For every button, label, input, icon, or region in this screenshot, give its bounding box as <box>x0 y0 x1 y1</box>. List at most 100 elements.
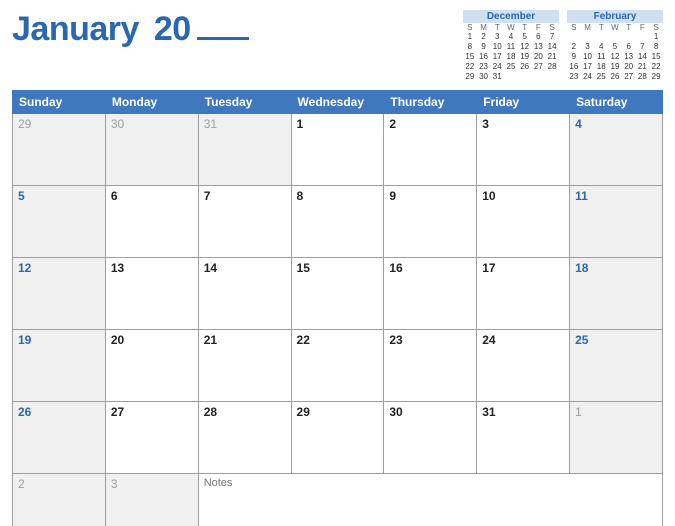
calendar-day: 20 <box>105 330 198 402</box>
mini-day <box>532 72 546 82</box>
calendar-week: 567891011 <box>13 186 663 258</box>
calendar-day: 3 <box>477 114 570 186</box>
mini-day: 1 <box>649 32 663 42</box>
mini-day: 18 <box>594 62 608 72</box>
mini-day: 16 <box>477 52 491 62</box>
calendar-day: 30 <box>105 114 198 186</box>
mini-day: 2 <box>567 42 581 52</box>
mini-day: 13 <box>532 42 546 52</box>
mini-day: 4 <box>504 32 518 42</box>
day-header: Monday <box>105 91 198 114</box>
mini-day <box>567 32 581 42</box>
month-name: January <box>12 10 139 48</box>
mini-day: 17 <box>581 62 595 72</box>
mini-day: 21 <box>636 62 650 72</box>
calendar-week: 2627282930311 <box>13 402 663 474</box>
mini-day-header: T <box>622 23 636 32</box>
calendar-day: 9 <box>384 186 477 258</box>
mini-day: 31 <box>490 72 504 82</box>
mini-day: 14 <box>545 42 559 52</box>
mini-day-header: S <box>567 23 581 32</box>
calendar-day: 2 <box>384 114 477 186</box>
mini-day: 17 <box>490 52 504 62</box>
mini-calendar-title: February <box>567 10 663 23</box>
mini-day: 22 <box>649 62 663 72</box>
mini-day <box>636 32 650 42</box>
mini-day: 27 <box>532 62 546 72</box>
calendar-day: 27 <box>105 402 198 474</box>
calendar-day: 23 <box>384 330 477 402</box>
mini-day: 26 <box>608 72 622 82</box>
day-header: Sunday <box>13 91 106 114</box>
mini-day: 8 <box>463 42 477 52</box>
mini-day: 23 <box>567 72 581 82</box>
mini-day: 15 <box>649 52 663 62</box>
calendar-day: 6 <box>105 186 198 258</box>
mini-calendar-grid: SMTWTFS123456789101112131415161718192021… <box>567 23 663 82</box>
calendar-week: 19202122232425 <box>13 330 663 402</box>
calendar-day: 17 <box>477 258 570 330</box>
calendar-day: 10 <box>477 186 570 258</box>
mini-calendar-next: February SMTWTFS123456789101112131415161… <box>567 10 663 82</box>
mini-day: 11 <box>504 42 518 52</box>
mini-day: 19 <box>608 62 622 72</box>
mini-calendar-title: December <box>463 10 559 23</box>
mini-day-header: F <box>532 23 546 32</box>
calendar-week: 12131415161718 <box>13 258 663 330</box>
mini-day-header: S <box>545 23 559 32</box>
day-header: Friday <box>477 91 570 114</box>
mini-day <box>622 32 636 42</box>
mini-day-header: F <box>636 23 650 32</box>
mini-calendar-grid: SMTWTFS123456789101112131415161718192021… <box>463 23 559 82</box>
calendar-week: 23Notes <box>13 474 663 526</box>
mini-day-header: T <box>518 23 532 32</box>
calendar-day: 22 <box>291 330 384 402</box>
mini-day: 27 <box>622 72 636 82</box>
mini-day-header: M <box>477 23 491 32</box>
mini-calendar-prev: December SMTWTFS123456789101112131415161… <box>463 10 559 82</box>
calendar-day: 14 <box>198 258 291 330</box>
calendar-day: 31 <box>198 114 291 186</box>
mini-day: 25 <box>504 62 518 72</box>
calendar-day: 1 <box>570 402 663 474</box>
mini-day: 24 <box>490 62 504 72</box>
calendar-day: 25 <box>570 330 663 402</box>
mini-day: 20 <box>622 62 636 72</box>
calendar-day: 11 <box>570 186 663 258</box>
calendar-day: 29 <box>291 402 384 474</box>
calendar-day: 24 <box>477 330 570 402</box>
mini-day: 28 <box>636 72 650 82</box>
calendar-day: 7 <box>198 186 291 258</box>
day-header-row: SundayMondayTuesdayWednesdayThursdayFrid… <box>13 91 663 114</box>
mini-day-header: S <box>649 23 663 32</box>
mini-day: 28 <box>545 62 559 72</box>
mini-day <box>581 32 595 42</box>
calendar-day: 13 <box>105 258 198 330</box>
mini-day: 24 <box>581 72 595 82</box>
mini-day: 9 <box>477 42 491 52</box>
mini-day: 6 <box>532 32 546 42</box>
year-blank-line <box>197 37 249 40</box>
mini-day: 11 <box>594 52 608 62</box>
mini-day-header: W <box>504 23 518 32</box>
mini-day: 12 <box>608 52 622 62</box>
mini-day: 25 <box>594 72 608 82</box>
mini-day: 2 <box>477 32 491 42</box>
mini-day: 29 <box>649 72 663 82</box>
calendar-day: 8 <box>291 186 384 258</box>
mini-day: 1 <box>463 32 477 42</box>
calendar-day: 26 <box>13 402 106 474</box>
mini-day: 19 <box>518 52 532 62</box>
mini-day: 10 <box>581 52 595 62</box>
mini-day: 5 <box>608 42 622 52</box>
mini-day <box>504 72 518 82</box>
day-header: Saturday <box>570 91 663 114</box>
mini-day: 12 <box>518 42 532 52</box>
mini-day-header: T <box>490 23 504 32</box>
mini-day: 4 <box>594 42 608 52</box>
mini-day <box>608 32 622 42</box>
calendar-day: 28 <box>198 402 291 474</box>
mini-day-header: T <box>594 23 608 32</box>
mini-day: 18 <box>504 52 518 62</box>
calendar-day: 18 <box>570 258 663 330</box>
